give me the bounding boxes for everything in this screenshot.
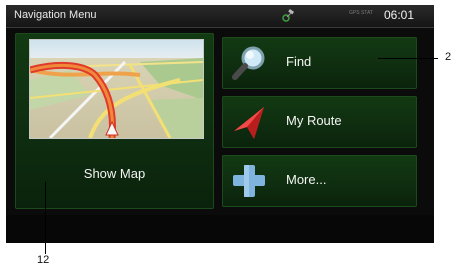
my-route-label: My Route <box>286 113 342 128</box>
callout-line-right <box>378 58 438 59</box>
callout-number-bottom: 12 <box>37 254 50 266</box>
gps-satellite-icon <box>282 9 295 22</box>
clock: 06:01 <box>384 8 415 22</box>
signal-status-text: GPS STAT <box>349 10 373 16</box>
callout-line-bottom <box>45 182 46 254</box>
screen-title: Navigation Menu <box>14 9 97 21</box>
map-preview <box>29 39 204 139</box>
magnifier-icon <box>232 46 265 80</box>
find-button[interactable]: Find <box>222 37 417 89</box>
more-button[interactable]: More... <box>222 155 417 207</box>
my-route-button[interactable]: My Route <box>222 96 417 148</box>
more-label: More... <box>286 172 327 187</box>
navigation-screen: Navigation Menu GPS STAT 06:01 Show Map … <box>6 5 434 243</box>
show-map-label: Show Map <box>83 166 146 181</box>
map-preview-image <box>30 40 203 138</box>
find-label: Find <box>286 54 312 69</box>
status-bar: Navigation Menu GPS STAT 06:01 <box>6 5 434 28</box>
route-arrow-icon <box>234 107 264 139</box>
plus-icon <box>233 165 265 197</box>
callout-number-right: 2 <box>445 51 452 63</box>
bottom-bar <box>6 215 434 243</box>
